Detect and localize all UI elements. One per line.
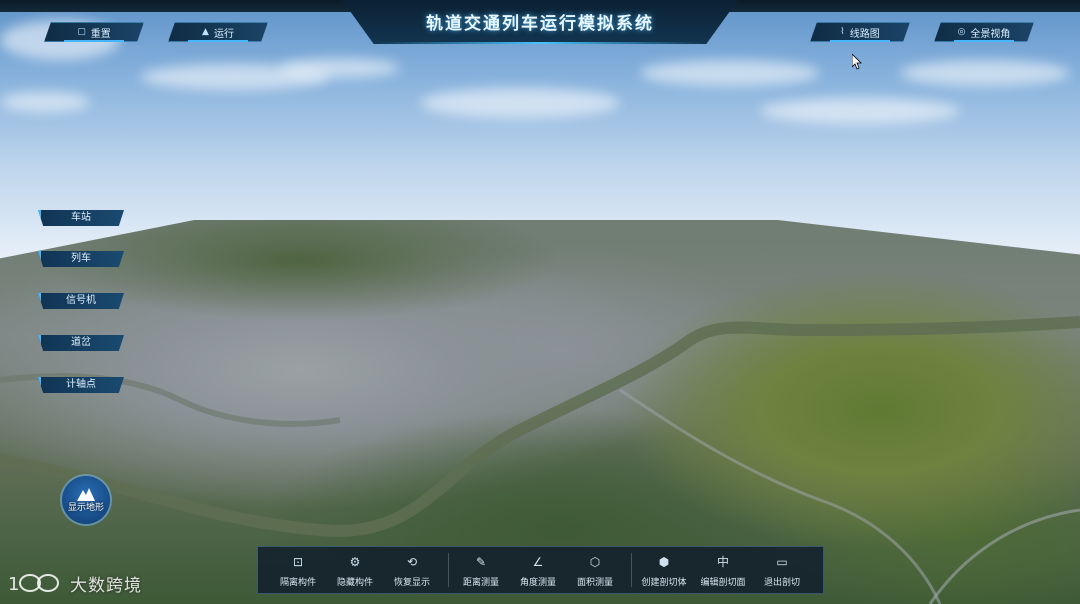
panorama-button[interactable]: ◎ 全景视角 [934,22,1034,42]
toolbar-divider [448,553,449,587]
reset-button[interactable]: ▢ 重置 [44,22,144,42]
ruler-icon: ✎ [475,555,487,569]
side-item-train[interactable]: 列车 [38,251,124,267]
side-item-label: 列车 [71,253,91,264]
restore-icon: ⟲ [406,555,418,569]
area-icon: ⬡ [589,555,601,569]
side-item-signal[interactable]: 信号机 [38,293,124,309]
page-title: 轨道交通列车运行模拟系统 [426,14,654,34]
isolate-icon: ⊡ [292,555,304,569]
cloud [640,60,820,86]
distance-measure-button[interactable]: ✎ 距离测量 [451,547,511,593]
toolbar-divider [631,553,632,587]
area-measure-button[interactable]: ⬡ 面积测量 [565,547,625,593]
tool-label: 隐藏构件 [336,578,373,588]
run-button[interactable]: ▲ 运行 [168,22,268,42]
angle-icon: ∠ [532,555,544,569]
cube-icon: ⬢ [658,555,670,569]
hide-component-button[interactable]: ⚙ 隐藏构件 [325,547,385,593]
show-terrain-label: 显示地形 [67,503,104,513]
side-item-label: 计轴点 [66,379,96,390]
cloud [760,98,960,124]
cloud [280,58,400,78]
watermark: 1 大数跨境 [8,570,142,596]
side-item-axle-counter[interactable]: 计轴点 [38,377,124,393]
tool-label: 创建剖切体 [641,578,687,588]
restore-display-button[interactable]: ⟲ 恢复显示 [382,547,442,593]
bottom-toolbar: ⊡ 隔离构件 ⚙ 隐藏构件 ⟲ 恢复显示 ✎ 距离测量 ∠ 角度测量 ⬡ 面积测… [257,546,824,594]
exit-section-button[interactable]: ▭ 退出剖切 [752,547,812,593]
reset-icon: ▢ [77,27,86,37]
side-item-switch[interactable]: 道岔 [38,335,124,351]
panorama-button-label: 全景视角 [970,28,1011,40]
tool-label: 编辑剖切面 [700,578,746,588]
run-button-label: 运行 [213,28,234,40]
reset-button-label: 重置 [90,28,111,40]
angle-measure-button[interactable]: ∠ 角度测量 [508,547,568,593]
tool-label: 退出剖切 [763,578,800,588]
side-item-label: 道岔 [71,337,91,348]
panorama-icon: ◎ [957,27,966,37]
mountain-icon [77,488,95,501]
mouse-cursor-icon [852,54,862,70]
tool-label: 面积测量 [576,578,613,588]
svg-text:1: 1 [8,574,19,595]
tool-label: 隔离构件 [279,578,316,588]
exit-section-icon: ▭ [776,555,788,569]
watermark-logo: 1 [8,574,59,595]
cloud [0,92,90,112]
side-item-label: 车站 [71,212,91,223]
section-edit-icon: 中 [716,555,729,569]
run-icon: ▲ [202,27,209,37]
cloud [900,60,1070,86]
side-item-station[interactable]: 车站 [38,210,124,226]
hide-icon: ⚙ [349,555,361,569]
map-viewport[interactable] [0,0,1080,604]
line-map-button-label: 线路图 [849,28,880,40]
isolate-component-button[interactable]: ⊡ 隔离构件 [268,547,328,593]
watermark-text: 大数跨境 [70,575,142,596]
line-map-button[interactable]: ⌇ 线路图 [810,22,910,42]
side-item-label: 信号机 [66,295,96,306]
create-section-box-button[interactable]: ⬢ 创建剖切体 [634,547,694,593]
edit-section-plane-button[interactable]: 中 编辑剖切面 [693,547,753,593]
cloud [420,88,620,118]
tool-label: 角度测量 [519,578,556,588]
line-chart-icon: ⌇ [840,27,845,37]
tool-label: 恢复显示 [393,578,430,588]
tool-label: 距离测量 [462,578,499,588]
